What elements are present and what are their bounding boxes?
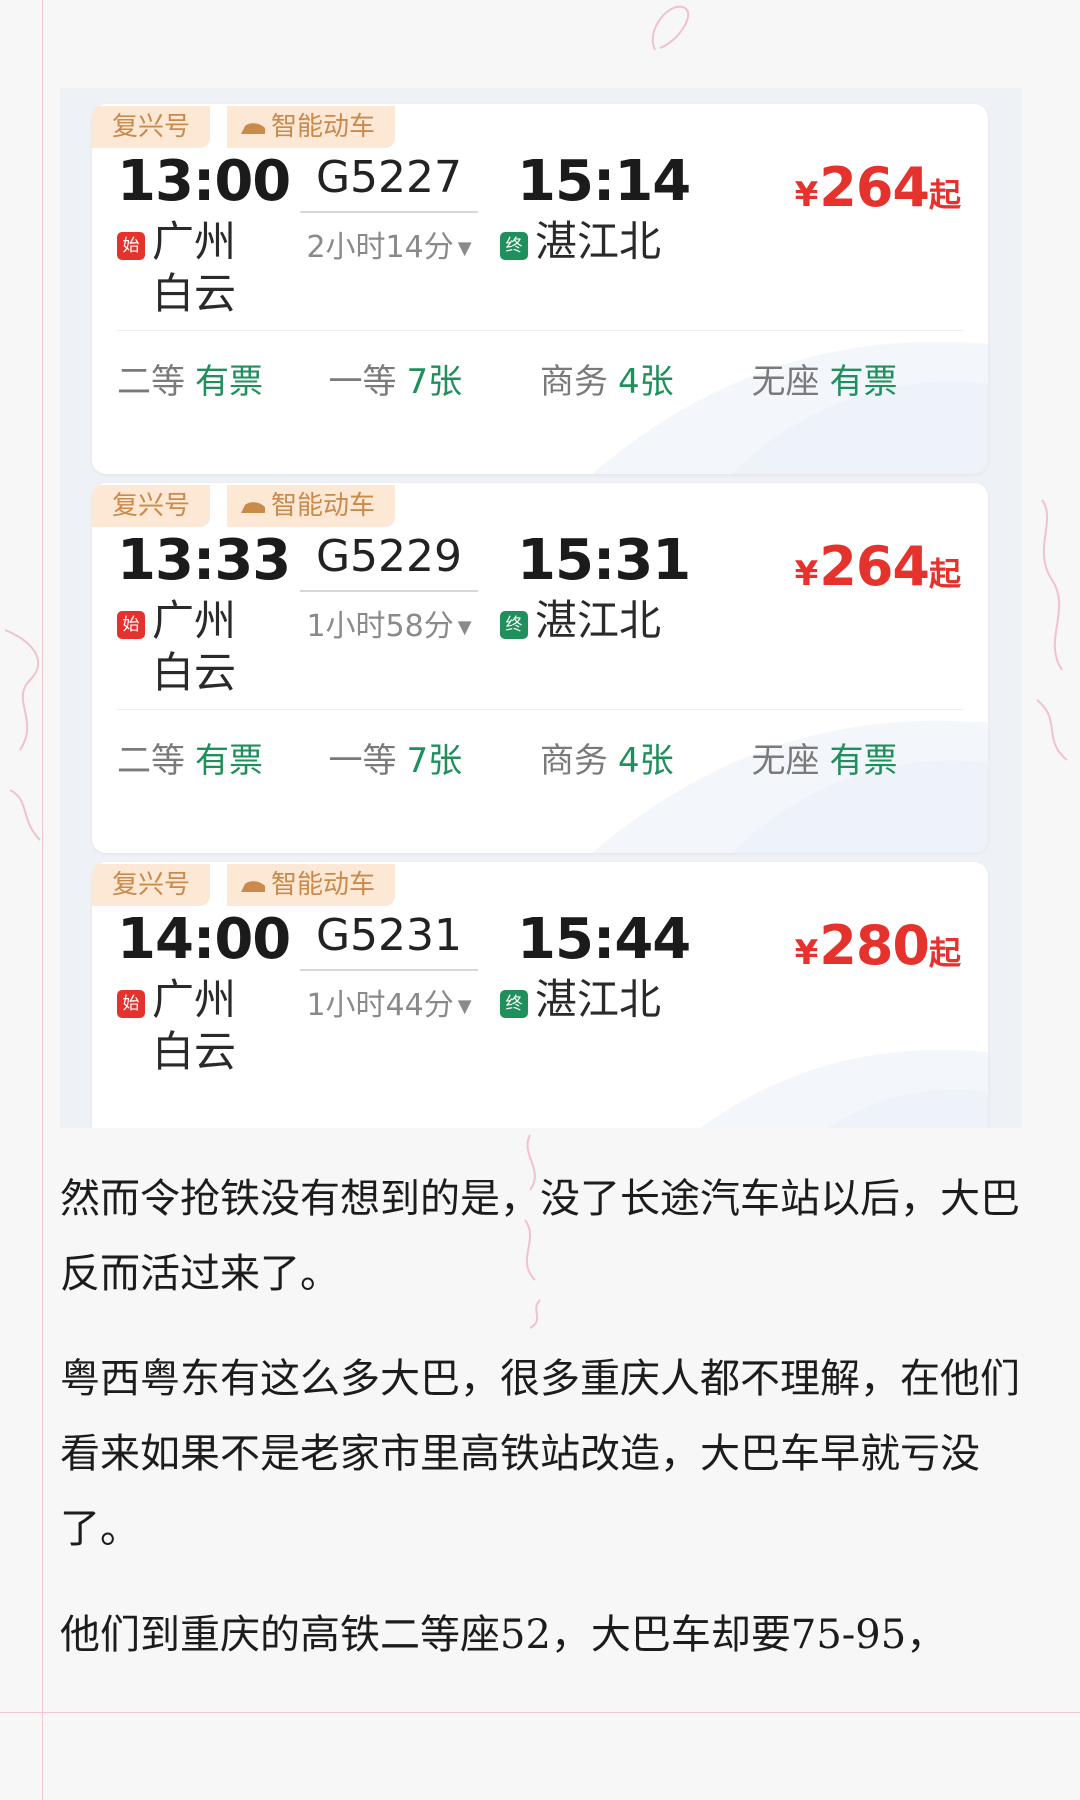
train-icon — [241, 501, 265, 513]
article-paragraph: 然而令抢铁没有想到的是，没了长途汽车站以后，大巴反而活过来了。 — [60, 1176, 1020, 1297]
seat-availability: 二等 有票 一等 7张 商务 4张 无座 有票 — [117, 354, 963, 403]
route-line — [300, 211, 478, 213]
seat-availability-value: 4张 — [618, 362, 674, 402]
duration-text: 1小时58分 — [306, 609, 454, 644]
caret-down-icon: ▼ — [457, 996, 472, 1017]
smart-train-badge: 智能动车 — [227, 485, 396, 527]
terminal-station-tag: 终 — [500, 232, 528, 260]
seat-name: 二等 — [117, 741, 185, 781]
seat-availability-value: 7张 — [406, 741, 463, 781]
price-value: 264 — [819, 535, 930, 598]
start-station-tag: 始 — [117, 232, 145, 260]
price-suffix: 起 — [928, 555, 961, 593]
seat-name: 无座 — [751, 741, 820, 781]
train-type-badge: 复兴号 — [92, 485, 211, 527]
seat-name: 无座 — [751, 362, 820, 402]
seat-availability: 二等 有票 一等 7张 商务 4张 无座 有票 — [117, 733, 963, 782]
doodle-right — [1036, 499, 1068, 761]
duration-toggle[interactable]: 1小时58分 ▼ — [300, 601, 478, 645]
departure-station: 广州白云 — [152, 596, 237, 697]
arrival-station: 湛江北 — [535, 975, 662, 1024]
train-card[interactable]: 复兴号 智能动车 14:00 G5231 1小时44分 ▼ 15:44 始 广州白… — [92, 862, 988, 1128]
smart-train-badge-label: 智能动车 — [271, 491, 376, 521]
price-value: 264 — [819, 156, 930, 219]
terminal-station-tag: 终 — [500, 990, 528, 1018]
article-paragraph: 他们到重庆的高铁二等座52，大巴车却要75-95， — [60, 1612, 947, 1658]
arrival-time: 15:14 — [517, 149, 691, 214]
caret-down-icon: ▼ — [457, 617, 472, 638]
duration-toggle[interactable]: 2小时14分 ▼ — [300, 222, 478, 266]
duration-text: 1小时44分 — [306, 988, 454, 1023]
departure-station: 广州白云 — [152, 975, 237, 1076]
seat-standing[interactable]: 无座 有票 — [752, 354, 964, 403]
seat-name: 商务 — [540, 741, 608, 781]
doodle-left — [4, 629, 41, 841]
train-card[interactable]: 复兴号 智能动车 13:00 G5227 2小时14分 ▼ 15:14 始 广州白… — [92, 104, 988, 474]
price: ¥264起 — [794, 535, 961, 598]
currency-symbol: ¥ — [794, 175, 819, 215]
price-suffix: 起 — [928, 934, 961, 972]
departure-station: 广州白云 — [152, 217, 237, 318]
start-station-tag: 始 — [117, 990, 145, 1018]
currency-symbol: ¥ — [794, 933, 819, 973]
train-number: G5229 — [315, 531, 463, 582]
seat-name: 二等 — [117, 362, 185, 402]
seat-first-class[interactable]: 一等 7张 — [329, 733, 541, 782]
seat-availability-value: 有票 — [829, 362, 898, 402]
smart-train-badge-label: 智能动车 — [271, 112, 376, 142]
terminal-station-tag: 终 — [500, 611, 528, 639]
arrival-time: 15:31 — [517, 528, 691, 593]
train-icon — [241, 880, 265, 892]
article-paragraph: 粤西粤东有这么多大巴，很多重庆人都不理解，在他们看来如果不是老家市里高铁站改造，… — [60, 1356, 1020, 1552]
price: ¥264起 — [794, 156, 961, 219]
notebook-bottom-line — [0, 1712, 1080, 1713]
train-icon — [241, 122, 265, 134]
duration-toggle[interactable]: 1小时44分 ▼ — [300, 980, 478, 1024]
train-card[interactable]: 复兴号 智能动车 13:33 G5229 1小时58分 ▼ 15:31 始 广州白… — [92, 483, 988, 853]
smart-train-badge: 智能动车 — [227, 864, 396, 906]
seat-second-class[interactable]: 二等 有票 — [117, 733, 329, 782]
seat-name: 一等 — [328, 741, 397, 781]
seat-availability-value: 有票 — [195, 362, 263, 402]
route-line — [300, 969, 478, 971]
seat-first-class[interactable]: 一等 7张 — [329, 354, 541, 403]
departure-time: 13:33 — [117, 528, 291, 593]
smart-train-badge: 智能动车 — [227, 106, 396, 148]
arrival-station: 湛江北 — [535, 217, 662, 266]
price-value: 280 — [819, 914, 930, 977]
price: ¥280起 — [794, 914, 961, 977]
currency-symbol: ¥ — [794, 554, 819, 594]
seat-name: 一等 — [328, 362, 397, 402]
train-number: G5231 — [315, 910, 463, 961]
seat-standing[interactable]: 无座 有票 — [752, 733, 964, 782]
seat-availability-value: 4张 — [618, 741, 674, 781]
departure-time: 13:00 — [117, 149, 291, 214]
seat-business-class[interactable]: 商务 4张 — [540, 354, 752, 403]
seat-business-class[interactable]: 商务 4张 — [540, 733, 752, 782]
train-type-badge: 复兴号 — [92, 106, 211, 148]
departure-time: 14:00 — [117, 907, 291, 972]
seat-availability-value: 有票 — [195, 741, 263, 781]
seat-availability-value: 7张 — [406, 362, 463, 402]
train-number: G5227 — [315, 152, 463, 203]
seat-second-class[interactable]: 二等 有票 — [117, 354, 329, 403]
card-divider — [117, 330, 963, 331]
arrival-time: 15:44 — [517, 907, 691, 972]
seat-name: 商务 — [540, 362, 608, 402]
arrival-station: 湛江北 — [535, 596, 662, 645]
route-line — [300, 590, 478, 592]
train-list-screenshot: 复兴号 智能动车 13:00 G5227 2小时14分 ▼ 15:14 始 广州白… — [60, 88, 1022, 1128]
card-divider — [117, 709, 963, 710]
duration-text: 2小时14分 — [306, 230, 454, 265]
train-type-badge: 复兴号 — [92, 864, 211, 906]
notebook-margin-line — [42, 0, 43, 1800]
smart-train-badge-label: 智能动车 — [271, 870, 376, 900]
doodle-top — [651, 5, 690, 51]
caret-down-icon: ▼ — [457, 238, 472, 259]
price-suffix: 起 — [928, 176, 961, 214]
start-station-tag: 始 — [117, 611, 145, 639]
seat-availability-value: 有票 — [829, 741, 898, 781]
